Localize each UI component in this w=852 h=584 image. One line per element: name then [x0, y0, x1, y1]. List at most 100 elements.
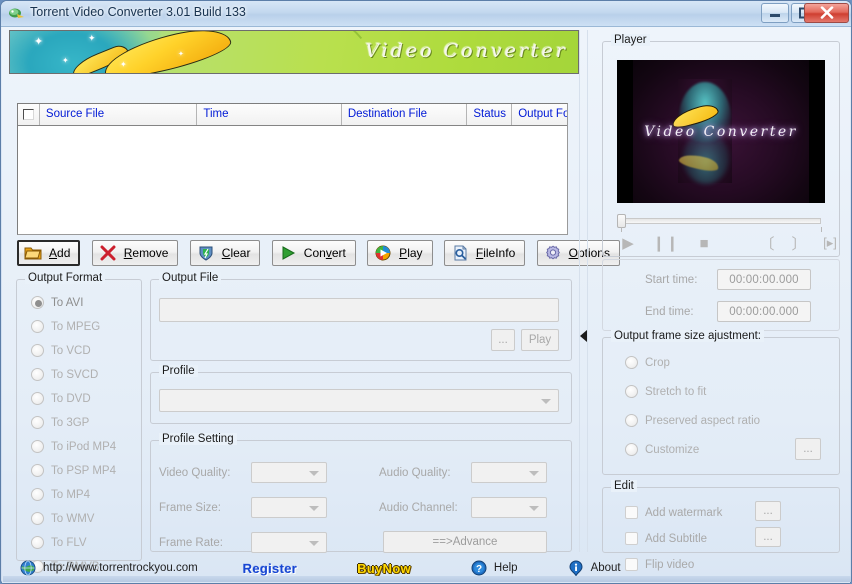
convert-button[interactable]: Convert [271, 240, 356, 266]
column-header-status[interactable]: Status [467, 104, 513, 125]
frame-size-title: Output frame size ajustment: [611, 330, 765, 342]
player-video-screen[interactable]: Video Converter [617, 60, 825, 203]
radio-label: Preserved aspect ratio [645, 414, 761, 427]
radio-to-wmv[interactable]: To WMV [31, 512, 94, 525]
green-play-triangle-icon [279, 245, 297, 262]
add-subtitle-browse-button[interactable]: ... [755, 527, 781, 547]
radio-label: Customize [645, 443, 700, 456]
checkbox-label: Add watermark [645, 506, 723, 519]
checkbox-indicator [625, 532, 638, 545]
sparkle-icon: ✦ [120, 60, 127, 69]
add-watermark-browse-button[interactable]: ... [755, 501, 781, 521]
about-info-icon [568, 560, 584, 577]
player-pause-button[interactable]: ❙❙ [652, 234, 678, 252]
radio-indicator [31, 512, 44, 525]
player-mark-in-button[interactable]: 〔 [758, 234, 776, 253]
sparkle-icon: ✦ [62, 56, 69, 65]
converter-app-icon [8, 6, 25, 22]
folder-open-icon [24, 245, 42, 262]
player-play-selection-button[interactable]: [▸] [820, 234, 840, 252]
radio-to-avi[interactable]: To AVI [31, 296, 83, 309]
radio-to-psp-mp4[interactable]: To PSP MP4 [31, 464, 116, 477]
radio-indicator [31, 296, 44, 309]
register-link[interactable]: Register [243, 561, 297, 576]
select-all-checkbox[interactable] [22, 109, 34, 120]
checkbox-add-subtitle[interactable]: Add Subtitle [625, 532, 707, 545]
radio-to-flv[interactable]: To FLV [31, 536, 87, 549]
video-quality-combobox[interactable] [251, 462, 327, 483]
remove-button[interactable]: Remove [91, 240, 179, 266]
radio-customize[interactable]: Customize [625, 443, 699, 456]
remove-button-label: Remove [123, 246, 169, 260]
audio-channel-combobox[interactable] [471, 497, 547, 518]
radio-indicator [31, 368, 44, 381]
checkbox-add-watermark[interactable]: Add watermark [625, 506, 722, 519]
profile-setting-group: Profile Setting Video Quality: Frame Siz… [150, 433, 572, 553]
column-header-destination-file[interactable]: Destination File [342, 104, 468, 125]
website-url: http://www.torrentrockyou.com [43, 562, 198, 574]
frame-rate-label: Frame Rate: [159, 537, 223, 549]
advance-button[interactable]: ==>Advance [383, 531, 547, 553]
radio-to-ipod-mp4[interactable]: To iPod MP4 [31, 440, 116, 453]
close-button[interactable] [804, 3, 849, 23]
profile-title: Profile [159, 365, 198, 377]
column-header-time[interactable]: Time [197, 104, 342, 125]
player-seek-slider[interactable] [617, 214, 825, 232]
play-button-label: Play [399, 246, 423, 260]
help-button[interactable]: ? Help [471, 560, 518, 576]
audio-quality-combobox[interactable] [471, 462, 547, 483]
radio-label: To PSP MP4 [51, 464, 116, 477]
radio-label: To VCD [51, 344, 91, 357]
fileinfo-button[interactable]: FileInfo [443, 240, 526, 266]
seek-tick [821, 227, 822, 232]
splitter-collapse-icon[interactable] [580, 330, 587, 342]
website-link[interactable]: http://www.torrentrockyou.com [20, 560, 198, 576]
column-header-source-file[interactable]: Source File [40, 104, 198, 125]
radio-label: To AVI [51, 296, 84, 309]
player-mark-out-button[interactable]: 〕 [790, 234, 808, 253]
select-all-checkbox-header[interactable] [18, 104, 40, 125]
radio-crop[interactable]: Crop [625, 356, 670, 369]
customize-browse-button[interactable]: ... [795, 438, 821, 460]
output-format-group: Output Format To AVI To MPEG To VCD To S… [16, 272, 142, 573]
shield-broom-icon [197, 245, 215, 262]
register-label: Register [242, 560, 298, 576]
radio-to-3gp[interactable]: To 3GP [31, 416, 89, 429]
radio-label: To DVD [51, 392, 91, 405]
frame-size-combobox[interactable] [251, 497, 327, 518]
radio-to-mp4[interactable]: To MP4 [31, 488, 90, 501]
radio-to-mpeg[interactable]: To MPEG [31, 320, 100, 333]
minimize-button[interactable] [761, 3, 789, 23]
radio-to-svcd[interactable]: To SVCD [31, 368, 98, 381]
radio-to-dvd[interactable]: To DVD [31, 392, 91, 405]
convert-button-label: Convert [303, 246, 346, 260]
panel-splitter[interactable] [574, 30, 592, 552]
seek-thumb[interactable] [617, 214, 626, 228]
play-button[interactable]: Play [367, 240, 433, 266]
output-file-input[interactable] [159, 298, 559, 322]
about-button[interactable]: About [568, 560, 621, 577]
seek-tick [621, 227, 622, 232]
buynow-link[interactable]: BuyNow [357, 561, 411, 576]
frame-rate-combobox[interactable] [251, 532, 327, 553]
radio-preserved-aspect-ratio[interactable]: Preserved aspect ratio [625, 414, 760, 427]
start-time-input[interactable]: 00:00:00.000 [717, 269, 811, 290]
radio-label: To MPEG [51, 320, 101, 333]
clear-button[interactable]: Clear [189, 240, 261, 266]
output-file-browse-button[interactable]: ... [491, 329, 515, 351]
frame-size-group: Output frame size ajustment: Crop Stretc… [602, 330, 840, 475]
radio-stretch-to-fit[interactable]: Stretch to fit [625, 385, 706, 398]
player-play-button[interactable]: ▶ [619, 234, 637, 252]
help-question-icon: ? [471, 560, 487, 576]
radio-to-vcd[interactable]: To VCD [31, 344, 91, 357]
gear-icon [544, 245, 562, 262]
column-header-output-format[interactable]: Output Format [512, 104, 567, 125]
player-stop-button[interactable]: ■ [695, 234, 713, 252]
output-file-play-button[interactable]: Play [521, 329, 559, 351]
end-time-input[interactable]: 00:00:00.000 [717, 301, 811, 322]
file-list[interactable]: Source File Time Destination File Status… [17, 103, 568, 235]
profile-combobox[interactable] [159, 389, 559, 412]
banner-title: Video Converter [365, 40, 568, 62]
splitter-line [579, 30, 580, 552]
add-button[interactable]: Add [17, 240, 81, 266]
